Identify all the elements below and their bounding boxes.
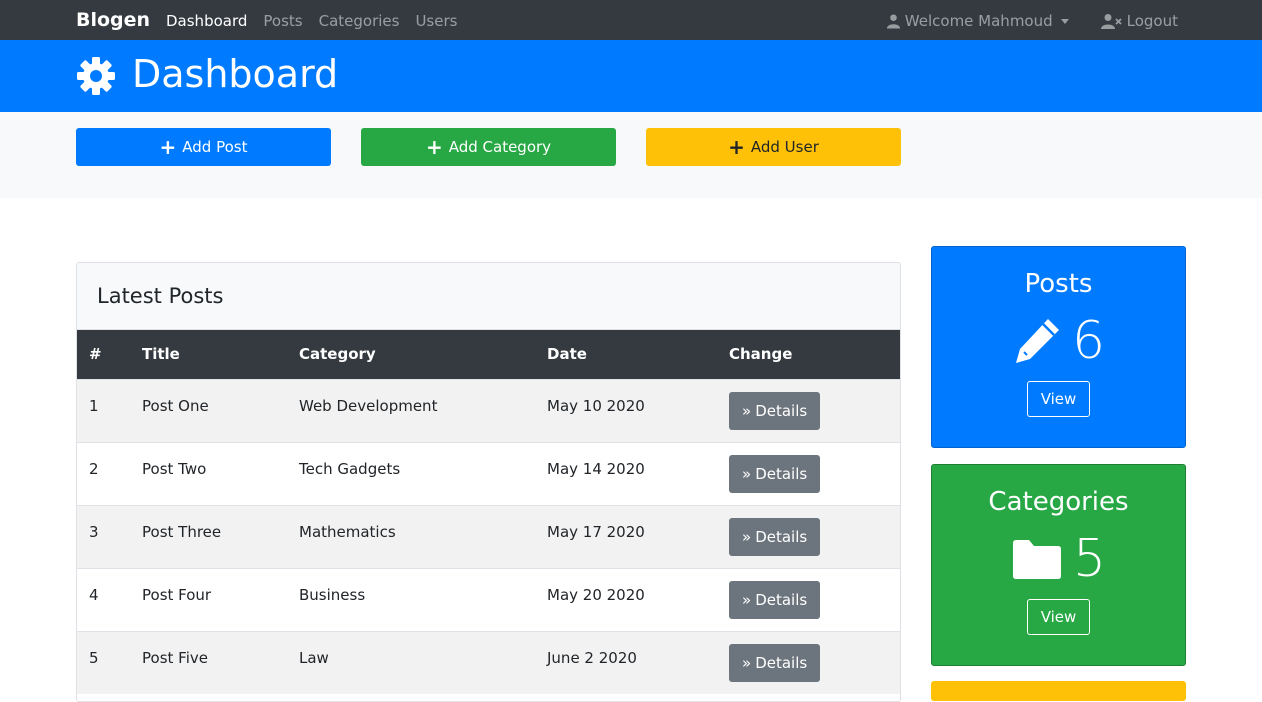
row-date: June 2 2020 [547,648,637,667]
add-category-button[interactable]: + Add Category [361,128,616,166]
row-category: Tech Gadgets [299,459,401,478]
top-navbar: Blogen Dashboard Posts Categories Users … [0,0,1262,40]
row-date: May 14 2020 [547,459,645,478]
row-category: Web Development [299,396,438,415]
details-button[interactable]: » Details [729,580,821,619]
logout-link[interactable]: Logout [1100,12,1178,30]
column-header: # [89,345,102,364]
categories-stat-card: Categories 5 View [931,464,1186,666]
page-header: Dashboard [0,40,1262,112]
pencil-icon [1015,319,1059,363]
table-row: 4 Post Four Business May 20 2020 » Detail… [77,568,900,631]
row-number: 5 [89,648,99,667]
details-label: Details [755,527,808,546]
gear-icon [77,57,115,95]
users-stat-card [931,681,1186,701]
row-date: May 17 2020 [547,522,645,541]
actions-bar: + Add Post + Add Category + Add User [0,112,1262,198]
row-number: 2 [89,459,99,478]
table-row: 1 Post One Web Development May 10 2020 »… [77,379,900,442]
details-label: Details [755,401,808,420]
column-header: Change [729,345,793,364]
row-title: Post Five [142,648,208,667]
row-number: 4 [89,585,99,604]
details-button[interactable]: » Details [729,391,821,430]
plus-icon: + [425,135,443,159]
latest-posts-title: Latest Posts [77,263,900,330]
angle-double-right-icon: » [742,527,752,546]
nav-dashboard[interactable]: Dashboard [166,12,247,30]
nav-posts[interactable]: Posts [263,12,302,30]
table-header-row: # Title Category Date Change [77,330,900,379]
posts-count: 6 [1071,311,1106,371]
nav-categories[interactable]: Categories [319,12,400,30]
row-title: Post Four [142,585,212,604]
table-row: 5 Post Five Law June 2 2020 » Details [77,631,900,694]
row-date: May 10 2020 [547,396,645,415]
plus-icon: + [159,135,177,159]
posts-table: # Title Category Date Change 1 Post One … [77,330,900,694]
angle-double-right-icon: » [742,464,752,483]
row-category: Business [299,585,366,604]
row-category: Law [299,648,329,667]
add-user-label: Add User [750,138,819,156]
user-icon [886,14,900,29]
row-number: 3 [89,522,99,541]
brand-logo[interactable]: Blogen [76,9,150,31]
details-button[interactable]: » Details [729,454,821,493]
categories-stat-figure: 5 [932,529,1185,589]
row-title: Post One [142,396,209,415]
column-header: Date [547,345,587,364]
column-header: Title [142,345,180,364]
add-post-label: Add Post [182,138,248,156]
row-title: Post Three [142,522,222,541]
row-date: May 20 2020 [547,585,645,604]
logout-label: Logout [1126,12,1178,30]
nav-users[interactable]: Users [415,12,457,30]
add-post-button[interactable]: + Add Post [76,128,331,166]
row-number: 1 [89,396,99,415]
user-nav: Welcome Mahmoud Logout [886,12,1178,30]
latest-posts-card: Latest Posts # Title Category Date Chang… [76,262,901,702]
table-row: 2 Post Two Tech Gadgets May 14 2020 » Det… [77,442,900,505]
angle-double-right-icon: » [742,653,752,672]
details-label: Details [755,590,808,609]
plus-icon: + [728,135,745,159]
add-category-label: Add Category [448,138,552,156]
categories-stat-label: Categories [988,487,1129,517]
posts-stat-figure: 6 [932,311,1185,371]
angle-double-right-icon: » [742,401,752,420]
column-header: Category [299,345,376,364]
folder-icon [1012,540,1061,579]
main-nav: Dashboard Posts Categories Users [166,12,457,30]
row-category: Mathematics [299,522,396,541]
angle-double-right-icon: » [742,590,752,609]
user-times-icon [1100,14,1122,29]
categories-count: 5 [1072,529,1107,589]
page-title: Dashboard [132,52,339,96]
add-user-button[interactable]: + Add User [646,128,901,166]
view-posts-button[interactable]: View [1026,381,1091,417]
caret-down-icon [1060,18,1069,24]
details-button[interactable]: » Details [729,643,821,682]
view-categories-button[interactable]: View [1026,599,1091,635]
welcome-label: Welcome Mahmoud [904,12,1053,30]
details-label: Details [755,464,808,483]
row-title: Post Two [142,459,207,478]
details-button[interactable]: » Details [729,517,821,556]
table-row: 3 Post Three Mathematics May 17 2020 » De… [77,505,900,568]
welcome-dropdown[interactable]: Welcome Mahmoud [886,12,1069,30]
details-label: Details [755,653,808,672]
posts-stat-label: Posts [1024,269,1093,299]
posts-stat-card: Posts 6 View [931,246,1186,448]
